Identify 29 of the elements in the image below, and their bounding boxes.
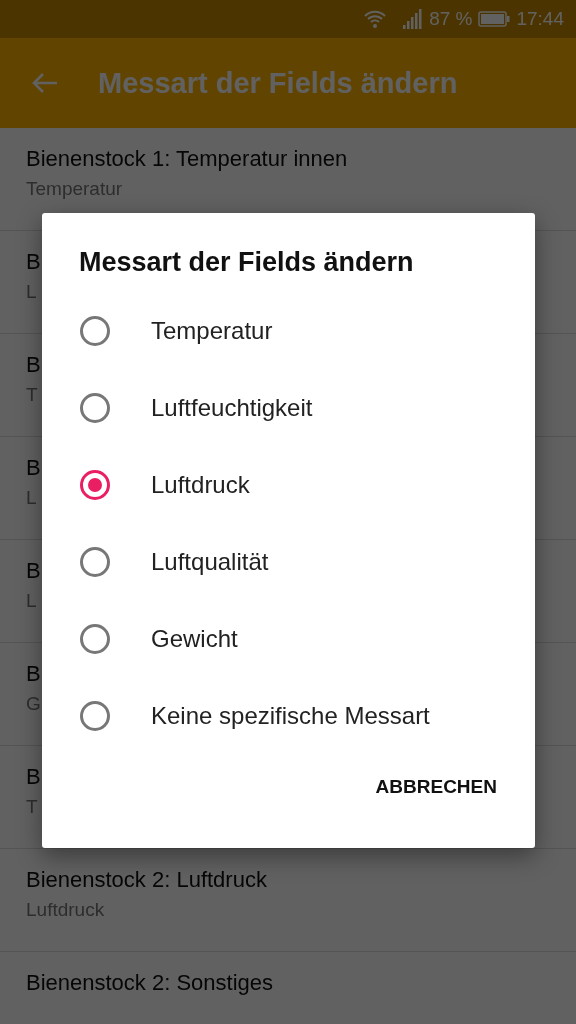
- list-item-title: B: [26, 558, 41, 584]
- option-label: Gewicht: [151, 624, 238, 653]
- dialog-title: Messart der Fields ändern: [79, 247, 415, 278]
- radio-button[interactable]: [80, 392, 110, 423]
- list-item-title: Bienenstock 2: Luftdruck: [26, 867, 267, 893]
- list-item-title: B: [26, 764, 41, 790]
- list-item-title: Bienenstock 2: Sonstiges: [26, 970, 274, 996]
- battery-percentage: 87 %: [429, 8, 473, 30]
- option-label: Keine spezifische Messart: [151, 701, 430, 730]
- list-item-title: B: [26, 455, 41, 481]
- battery-icon: [478, 11, 511, 27]
- list-item-title: B: [26, 352, 41, 378]
- radio-button[interactable]: [80, 700, 110, 731]
- list-item-title: B: [26, 249, 41, 275]
- option-label: Luftfeuchtigkeit: [151, 393, 313, 422]
- clock-time: 17:44: [516, 8, 564, 30]
- option-label: Temperatur: [151, 316, 273, 345]
- option-label: Luftqualität: [151, 547, 269, 576]
- signal-icon: [403, 9, 424, 29]
- cancel-button[interactable]: ABBRECHEN: [363, 766, 509, 808]
- wifi-icon: [363, 9, 388, 29]
- radio-button[interactable]: [80, 546, 110, 577]
- radio-button[interactable]: [80, 623, 110, 654]
- list-item-title: B: [26, 661, 41, 687]
- app-bar-title: Messart der Fields ändern: [98, 66, 458, 100]
- option-label: Luftdruck: [151, 470, 250, 499]
- radio-button[interactable]: [80, 315, 110, 346]
- radio-button[interactable]: [80, 469, 110, 500]
- list-item-title: Bienenstock 1: Temperatur innen: [26, 146, 348, 172]
